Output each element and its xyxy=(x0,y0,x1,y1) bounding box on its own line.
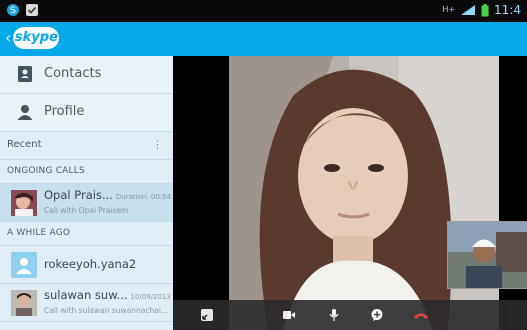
signal-icon xyxy=(461,5,476,15)
recent-label: Recent xyxy=(7,139,42,150)
status-bar: S H+ 11:4 xyxy=(0,0,527,22)
section-label: ONGOING CALLS xyxy=(7,166,85,176)
remote-video[interactable] xyxy=(173,56,527,330)
section-label: A WHILE AGO xyxy=(7,228,71,238)
skype-notification-icon: S xyxy=(7,4,19,16)
self-view[interactable] xyxy=(447,221,527,289)
sidebar-item-label: Contacts xyxy=(44,66,102,81)
self-view-feed xyxy=(448,222,527,288)
section-ongoing-calls: ONGOING CALLS xyxy=(0,160,173,184)
sidebar-item-profile[interactable]: Profile xyxy=(0,94,173,132)
battery-icon xyxy=(481,3,489,16)
list-item-recent-call[interactable]: sulawan suw... 10/09/2013 Call with sulaw… xyxy=(0,284,173,322)
skype-logo: skype xyxy=(13,27,60,49)
call-name: Opal Prais... Duration: 00:54 xyxy=(44,188,171,202)
overflow-menu-icon[interactable]: ⋮ xyxy=(152,138,163,151)
call-duration: Duration: 00:54 xyxy=(115,193,172,201)
profile-icon xyxy=(17,105,33,120)
clock: 11:4 xyxy=(494,3,521,17)
list-item-recent-call[interactable]: rokeeyoh.yana2 xyxy=(0,246,173,284)
chevron-left-icon: ‹ xyxy=(5,28,12,47)
default-avatar-icon xyxy=(11,252,37,278)
contacts-icon xyxy=(18,66,32,82)
skype-home-button[interactable]: ‹ skype xyxy=(5,26,60,50)
call-subtitle: Call with Opal Praisem xyxy=(44,206,129,215)
end-call-icon[interactable] xyxy=(413,308,429,322)
skype-call-screen: S H+ 11:4 ‹ skype Contacts Profile Recen… xyxy=(0,0,527,330)
sidebar-item-label: Profile xyxy=(44,104,85,119)
list-item-ongoing-call[interactable]: Opal Prais... Duration: 00:54 Call with O… xyxy=(0,184,173,222)
call-name-text: Opal Prais... xyxy=(44,188,113,202)
avatar xyxy=(11,190,37,216)
call-subtitle: Call with sulawan suwannachai... xyxy=(44,306,169,315)
video-camera-icon[interactable] xyxy=(282,308,296,322)
recent-header: Recent ⋮ xyxy=(0,132,173,160)
call-name: rokeeyoh.yana2 xyxy=(44,257,137,271)
avatar xyxy=(11,290,37,316)
section-a-while-ago: A WHILE AGO xyxy=(0,222,173,246)
call-name-text: sulawan suw... xyxy=(44,288,128,302)
chat-bubble-icon[interactable] xyxy=(370,308,384,322)
app-bar: ‹ skype xyxy=(0,22,527,56)
call-controls xyxy=(173,300,527,330)
check-notification-icon xyxy=(26,4,38,16)
svg-text:S: S xyxy=(10,6,16,16)
fullscreen-icon[interactable] xyxy=(200,308,214,322)
call-date: 10/09/2013 xyxy=(130,293,171,301)
microphone-icon[interactable] xyxy=(327,308,341,322)
sidebar: Contacts Profile Recent ⋮ ONGOING CALLS … xyxy=(0,56,173,330)
network-type: H+ xyxy=(442,5,456,14)
sidebar-item-contacts[interactable]: Contacts xyxy=(0,56,173,94)
call-name: sulawan suw... 10/09/2013 xyxy=(44,288,171,302)
